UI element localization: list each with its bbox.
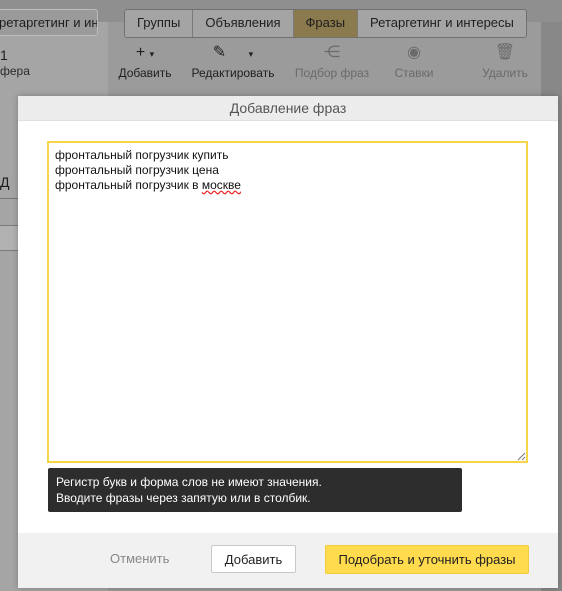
left-tab[interactable]: ретаргетинг и интересы — [0, 9, 98, 36]
bids-label: Ставки — [394, 66, 434, 80]
edit-label: Редактировать — [191, 66, 275, 80]
hint-line-1: Регистр букв и форма слов не имеют значе… — [56, 475, 322, 489]
phrase-line: фронтальный погрузчик цена — [55, 163, 219, 177]
left-letter: Д — [0, 174, 10, 190]
section-tabs: Группы Объявления Фразы Ретаргетинг и ин… — [124, 9, 527, 38]
coin-icon: ◉ — [407, 44, 421, 61]
toolbar: + ▾ Добавить ✎ ▾ Редактировать ⋲ Подбор … — [112, 42, 542, 82]
dialog-footer: Отменить Добавить Подобрать и уточнить ф… — [18, 533, 558, 588]
phrase-pick-label: Подбор фраз — [294, 66, 370, 80]
spellcheck-word: москве — [201, 178, 241, 192]
delete-button[interactable]: 🗑 Удалить — [480, 42, 530, 80]
phrase-line: фронтальный погрузчик в москве — [55, 178, 241, 192]
add-phrases-dialog: Добавление фраз фронтальный погрузчик ку… — [18, 96, 558, 588]
tab-retargeting[interactable]: Ретаргетинг и интересы — [358, 10, 526, 37]
nodes-icon: ⋲ — [324, 44, 340, 61]
tab-groups[interactable]: Группы — [125, 10, 194, 37]
phrase-line: фронтальный погрузчик купить — [55, 148, 229, 162]
hint-line-2: Вводите фразы через запятую или в столби… — [56, 491, 311, 505]
pick-phrases-button[interactable]: Подобрать и уточнить фразы — [325, 545, 529, 574]
edit-button[interactable]: ✎ ▾ Редактировать — [190, 42, 276, 80]
dialog-title: Добавление фраз — [18, 96, 558, 121]
add-button[interactable]: + ▾ Добавить — [116, 42, 174, 80]
add-label: Добавить — [118, 66, 172, 80]
left-subtext: фера — [0, 64, 30, 78]
phrase-pick-button[interactable]: ⋲ Подбор фраз — [294, 42, 370, 80]
plus-icon: + ▾ — [135, 44, 155, 61]
phrases-textarea[interactable]: фронтальный погрузчик купить фронтальный… — [47, 141, 528, 463]
delete-label: Удалить — [482, 66, 528, 80]
add-button-dialog[interactable]: Добавить — [211, 545, 296, 573]
tab-ads[interactable]: Объявления — [193, 10, 294, 37]
trash-icon: 🗑 — [494, 44, 516, 61]
hint-tooltip: Регистр букв и форма слов не имеют значе… — [48, 468, 462, 512]
left-count: 1 — [0, 47, 8, 63]
tab-phrases[interactable]: Фразы — [293, 10, 359, 37]
resize-handle-icon[interactable] — [517, 452, 526, 461]
pencil-icon: ✎ ▾ — [212, 44, 254, 61]
bids-button[interactable]: ◉ Ставки — [392, 42, 436, 80]
cancel-button[interactable]: Отменить — [96, 545, 183, 573]
